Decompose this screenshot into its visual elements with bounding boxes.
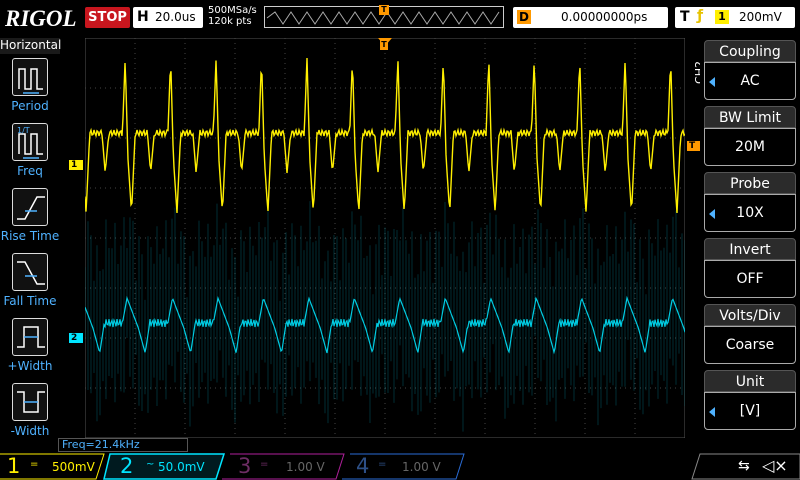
delay-value: 0.00000000ps (561, 10, 648, 24)
ch2-scale: 50.0mV (158, 460, 205, 474)
ch1-number: 1 (7, 454, 21, 478)
rise-time-label: Rise Time (0, 229, 60, 243)
unit-setting[interactable]: Unit [V] (704, 370, 796, 432)
measure-period[interactable]: Period (0, 58, 60, 122)
period-icon (12, 58, 48, 96)
measure-pos-width[interactable]: +Width (0, 318, 60, 382)
rising-edge-icon: ƒ (697, 8, 704, 24)
trigger-letter: T (680, 9, 690, 25)
volts-div-title: Volts/Div (704, 304, 796, 326)
ch3-status[interactable]: 3 = 1.00 V (230, 454, 340, 479)
ch2-offset-marker[interactable]: 2 (69, 333, 83, 343)
fall-time-label: Fall Time (3, 294, 57, 308)
frequency-measurement[interactable]: Freq=21.4kHz (58, 438, 188, 452)
ch3-number: 3 (238, 454, 252, 478)
horizontal-letter: H (137, 9, 149, 25)
neg-width-label: -Width (10, 424, 50, 438)
trigger-position-icon: T (380, 40, 388, 50)
usb-icon: ⇆ (738, 458, 750, 474)
ch3-scale: 1.00 V (286, 460, 325, 474)
delay-display[interactable]: D 0.00000000ps (513, 7, 668, 28)
memory-depth: 120k pts (208, 16, 252, 27)
measure-neg-width[interactable]: -Width (0, 383, 60, 447)
ch4-coupling-icon: = (378, 459, 387, 470)
ch4-number: 4 (356, 454, 370, 478)
bw-limit-value: 20M (735, 139, 765, 155)
neg-width-icon (12, 383, 48, 421)
freq-label: Freq (17, 164, 43, 178)
ch2-status[interactable]: 2 ~ 50.0mV (110, 454, 220, 479)
volts-div-value: Coarse (725, 337, 775, 353)
probe-value: 10X (736, 205, 764, 221)
svg-text:1/T: 1/T (17, 126, 30, 135)
ch1-coupling-icon: = (30, 459, 39, 470)
invert-setting[interactable]: Invert OFF (704, 238, 796, 300)
volts-div-value-box[interactable]: Coarse (704, 326, 796, 364)
channel-settings-menu: Coupling AC BW Limit 20M Probe 10X Inver… (700, 38, 800, 432)
ch3-coupling-icon: = (260, 459, 269, 470)
acquisition-info: 500MSa/s 120k pts (208, 5, 257, 27)
measure-fall-time[interactable]: Fall Time (0, 253, 60, 317)
coupling-value: AC (740, 73, 760, 89)
measure-freq[interactable]: 1/T Freq (0, 123, 60, 187)
fall-time-icon (12, 253, 48, 291)
delay-letter: D (517, 10, 531, 24)
top-status-bar: RIGOL STOP H 20.0us 500MSa/s 120k pts T … (0, 0, 800, 38)
ch1-status[interactable]: 1 = 500mV (0, 454, 104, 479)
ch4-status[interactable]: 4 = 1.00 V (350, 454, 460, 479)
bw-limit-title: BW Limit (704, 106, 796, 128)
ch1-scale: 500mV (52, 460, 95, 474)
channel-status-bar: 1 = 500mV 2 ~ 50.0mV 3 = 1.00 V 4 = 1.00… (0, 452, 800, 480)
ch2-number: 2 (120, 454, 134, 478)
probe-title: Probe (704, 172, 796, 194)
unit-value: [V] (739, 403, 761, 419)
trigger-level: 200mV (739, 10, 782, 24)
timebase-value: 20.0us (155, 10, 196, 24)
invert-value-box[interactable]: OFF (704, 260, 796, 298)
left-arrow-icon (709, 407, 715, 417)
ch4-scale: 1.00 V (402, 460, 441, 474)
trigger-position-marker: T (379, 5, 389, 15)
measure-rise-time[interactable]: Rise Time (0, 188, 60, 252)
horizontal-measure-menu: Horizontal Period 1/T Freq Rise Time Fal… (0, 38, 62, 450)
sample-rate: 500MSa/s (208, 5, 257, 16)
freq-icon: 1/T (12, 123, 48, 161)
waveform-display[interactable] (85, 38, 685, 438)
horizontal-timebase[interactable]: H 20.0us (133, 7, 203, 28)
left-arrow-icon (709, 77, 715, 87)
left-menu-title: Horizontal (0, 38, 62, 54)
coupling-value-box[interactable]: AC (704, 62, 796, 100)
waveform-overview-bar[interactable]: T (264, 5, 504, 28)
probe-value-box[interactable]: 10X (704, 194, 796, 232)
pos-width-icon (12, 318, 48, 356)
volts-div-setting[interactable]: Volts/Div Coarse (704, 304, 796, 366)
pos-width-label: +Width (7, 359, 53, 373)
trigger-source: 1 (715, 10, 729, 24)
bw-limit-setting[interactable]: BW Limit 20M (704, 106, 796, 168)
speaker-mute-icon[interactable]: ◁× (762, 456, 788, 475)
left-arrow-icon (709, 209, 715, 219)
ch1-offset-marker[interactable]: 1 (69, 160, 83, 170)
rise-time-icon (12, 188, 48, 226)
bw-limit-value-box[interactable]: 20M (704, 128, 796, 166)
period-label: Period (11, 99, 49, 113)
brand-logo: RIGOL (5, 6, 77, 31)
coupling-title: Coupling (704, 40, 796, 62)
run-stop-status[interactable]: STOP (85, 7, 130, 28)
unit-value-box[interactable]: [V] (704, 392, 796, 430)
probe-setting[interactable]: Probe 10X (704, 172, 796, 234)
trigger-display[interactable]: T ƒ 1 200mV (675, 7, 795, 28)
trigger-level-marker[interactable]: T (687, 141, 701, 151)
ch2-coupling-icon: ~ (146, 459, 155, 470)
coupling-setting[interactable]: Coupling AC (704, 40, 796, 102)
unit-title: Unit (704, 370, 796, 392)
invert-title: Invert (704, 238, 796, 260)
invert-value: OFF (736, 271, 764, 287)
